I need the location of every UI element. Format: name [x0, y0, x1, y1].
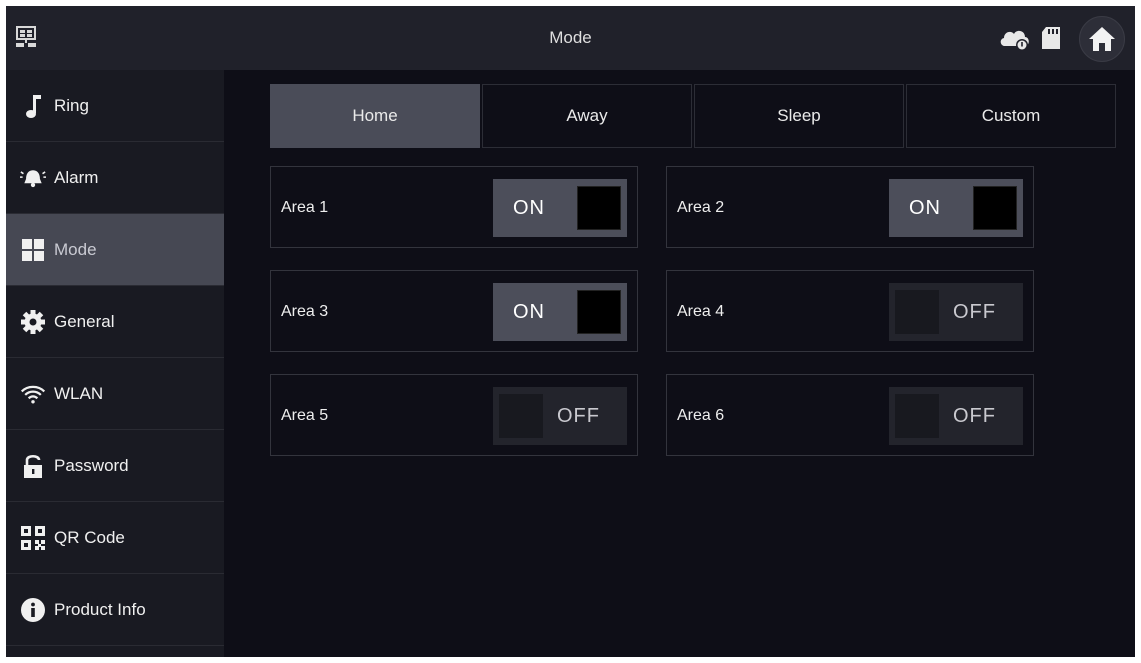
music-note-icon	[20, 93, 46, 119]
screen: Mode Ring Alarm Mode General WLAN Passwo…	[6, 6, 1135, 657]
gear-icon	[20, 309, 46, 335]
mode-tabs: Home Away Sleep Custom	[270, 84, 1118, 148]
area-row-5: Area 5 OFF	[270, 374, 638, 456]
sd-card-icon	[1042, 27, 1060, 49]
tab-sleep[interactable]: Sleep	[694, 84, 904, 148]
area-3-toggle[interactable]: ON	[493, 283, 627, 341]
area-label: Area 1	[281, 199, 329, 216]
alarm-bell-icon	[20, 165, 46, 191]
toggle-knob	[895, 394, 939, 438]
page-title: Mode	[549, 28, 592, 47]
sidebar: Ring Alarm Mode General WLAN Password QR…	[6, 70, 224, 657]
top-bar: Mode	[6, 6, 1135, 70]
area-4-toggle[interactable]: OFF	[889, 283, 1023, 341]
area-6-toggle[interactable]: OFF	[889, 387, 1023, 445]
wifi-icon	[20, 381, 46, 407]
toggle-state-text: ON	[909, 197, 941, 219]
sidebar-item-product-info[interactable]: Product Info	[6, 574, 224, 646]
area-2-toggle[interactable]: ON	[889, 179, 1023, 237]
qr-code-icon	[20, 525, 46, 551]
tab-custom[interactable]: Custom	[906, 84, 1116, 148]
area-row-6: Area 6 OFF	[666, 374, 1034, 456]
area-label: Area 6	[677, 407, 725, 424]
tab-home[interactable]: Home	[270, 84, 480, 148]
toggle-knob	[895, 290, 939, 334]
home-icon	[1089, 27, 1115, 51]
sidebar-item-ring[interactable]: Ring	[6, 70, 224, 142]
toggle-state-text: ON	[513, 197, 545, 219]
area-row-1: Area 1 ON	[270, 166, 638, 248]
area-row-4: Area 4 OFF	[666, 270, 1034, 352]
grid-icon	[20, 237, 46, 263]
sidebar-item-general[interactable]: General	[6, 286, 224, 358]
tab-away[interactable]: Away	[482, 84, 692, 148]
cloud-icon	[1000, 30, 1029, 51]
lock-icon	[20, 453, 46, 479]
sidebar-item-mode[interactable]: Mode	[6, 214, 224, 286]
sidebar-item-label: Mode	[54, 239, 97, 259]
toggle-knob	[577, 186, 621, 230]
sidebar-item-password[interactable]: Password	[6, 430, 224, 502]
sidebar-item-label: Password	[54, 455, 129, 475]
sidebar-item-label: Alarm	[54, 167, 99, 187]
toggle-knob	[499, 394, 543, 438]
toggle-knob	[577, 290, 621, 334]
sidebar-item-label: WLAN	[54, 383, 104, 403]
area-5-toggle[interactable]: OFF	[493, 387, 627, 445]
home-button[interactable]	[1079, 16, 1125, 62]
sidebar-item-label: Product Info	[54, 599, 146, 619]
area-row-3: Area 3 ON	[270, 270, 638, 352]
sidebar-item-alarm[interactable]: Alarm	[6, 142, 224, 214]
sidebar-item-qr-code[interactable]: QR Code	[6, 502, 224, 574]
sidebar-item-label: Ring	[54, 95, 89, 115]
sidebar-item-label: QR Code	[54, 527, 125, 547]
info-icon	[20, 597, 46, 623]
toggle-state-text: OFF	[953, 405, 996, 427]
sidebar-item-wlan[interactable]: WLAN	[6, 358, 224, 430]
area-1-toggle[interactable]: ON	[493, 179, 627, 237]
sidebar-item-label: General	[54, 311, 115, 331]
toggle-state-text: OFF	[557, 405, 600, 427]
area-label: Area 3	[281, 303, 329, 320]
main-content: Home Away Sleep Custom Area 1 ON Area 2 …	[224, 70, 1135, 657]
toggle-state-text: ON	[513, 301, 545, 323]
area-row-2: Area 2 ON	[666, 166, 1034, 248]
toggle-knob	[973, 186, 1017, 230]
area-label: Area 4	[677, 303, 725, 320]
toggle-state-text: OFF	[953, 301, 996, 323]
area-label: Area 5	[281, 407, 329, 424]
area-label: Area 2	[677, 199, 725, 216]
